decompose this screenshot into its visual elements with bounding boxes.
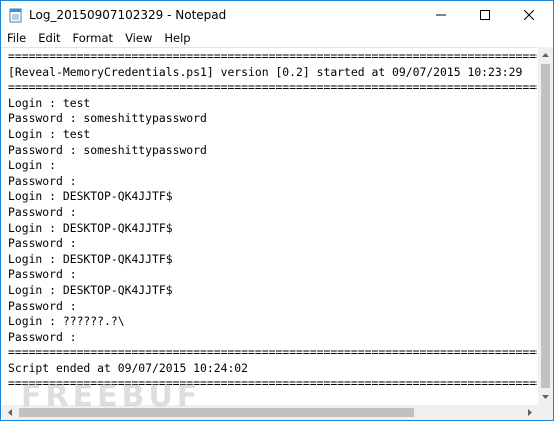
text-line: Login : test: [8, 126, 91, 141]
text-line: Password :: [8, 236, 77, 251]
text-line: ========================================…: [8, 345, 537, 360]
text-line: Script ended at 09/07/2015 10:24:02: [8, 360, 249, 375]
menu-help[interactable]: Help: [158, 29, 196, 47]
title-bar[interactable]: Log_20150907102329 - Notepad: [1, 1, 553, 29]
text-line: Login : DESKTOP-QK4JJTF$: [8, 189, 173, 204]
maximize-button[interactable]: [463, 1, 507, 29]
text-line: ========================================…: [8, 80, 537, 95]
menu-bar: File Edit Format View Help: [1, 29, 553, 48]
text-line: Password :: [8, 204, 77, 219]
menu-view[interactable]: View: [119, 29, 158, 47]
notepad-icon[interactable]: [9, 7, 23, 23]
text-line: Login : DESKTOP-QK4JJTF$: [8, 251, 173, 266]
text-line: Password :: [8, 173, 77, 188]
close-icon: [524, 10, 534, 20]
text-line: Login : test: [8, 95, 91, 110]
minimize-button[interactable]: [419, 1, 463, 29]
text-line: Login : DESKTOP-QK4JJTF$: [8, 220, 173, 235]
menu-format[interactable]: Format: [67, 29, 120, 47]
horizontal-scrollbar[interactable]: [2, 405, 538, 420]
text-editor[interactable]: ========================================…: [2, 47, 537, 406]
notepad-window: Log_20150907102329 - Notepad File Edit F…: [0, 0, 554, 421]
menu-edit[interactable]: Edit: [32, 29, 66, 47]
text-line: Password : someshittypassword: [8, 111, 207, 126]
chevron-right-icon: [528, 409, 532, 416]
text-line: Login : ??????.?\: [8, 314, 125, 329]
chevron-left-icon: [8, 409, 12, 416]
text-line: Password :: [8, 267, 77, 282]
close-button[interactable]: [507, 1, 551, 29]
text-line: ========================================…: [8, 376, 537, 391]
vertical-scroll-thumb[interactable]: [541, 64, 550, 388]
minimize-icon: [436, 14, 446, 16]
size-grip[interactable]: [538, 405, 553, 420]
text-line: Login : DESKTOP-QK4JJTF$: [8, 282, 173, 297]
text-line: Password :: [8, 298, 77, 313]
maximize-icon: [480, 10, 490, 20]
text-line: ========================================…: [8, 49, 537, 63]
text-line: Password :: [8, 329, 77, 344]
scroll-up-button[interactable]: [538, 47, 553, 63]
window-title: Log_20150907102329 - Notepad: [29, 8, 227, 22]
vertical-scrollbar[interactable]: [538, 47, 553, 405]
scroll-right-button[interactable]: [522, 405, 538, 420]
menu-file[interactable]: File: [1, 29, 32, 47]
scroll-down-button[interactable]: [538, 389, 553, 405]
editor-text[interactable]: ========================================…: [8, 49, 537, 405]
chevron-down-icon: [542, 395, 549, 399]
text-line: Password : someshittypassword: [8, 142, 207, 157]
text-line: [Reveal-MemoryCredentials.ps1] version […: [8, 64, 523, 79]
scroll-left-button[interactable]: [2, 405, 18, 420]
chevron-up-icon: [542, 53, 549, 57]
horizontal-scroll-thumb[interactable]: [19, 408, 414, 417]
text-line: Login :: [8, 158, 57, 173]
